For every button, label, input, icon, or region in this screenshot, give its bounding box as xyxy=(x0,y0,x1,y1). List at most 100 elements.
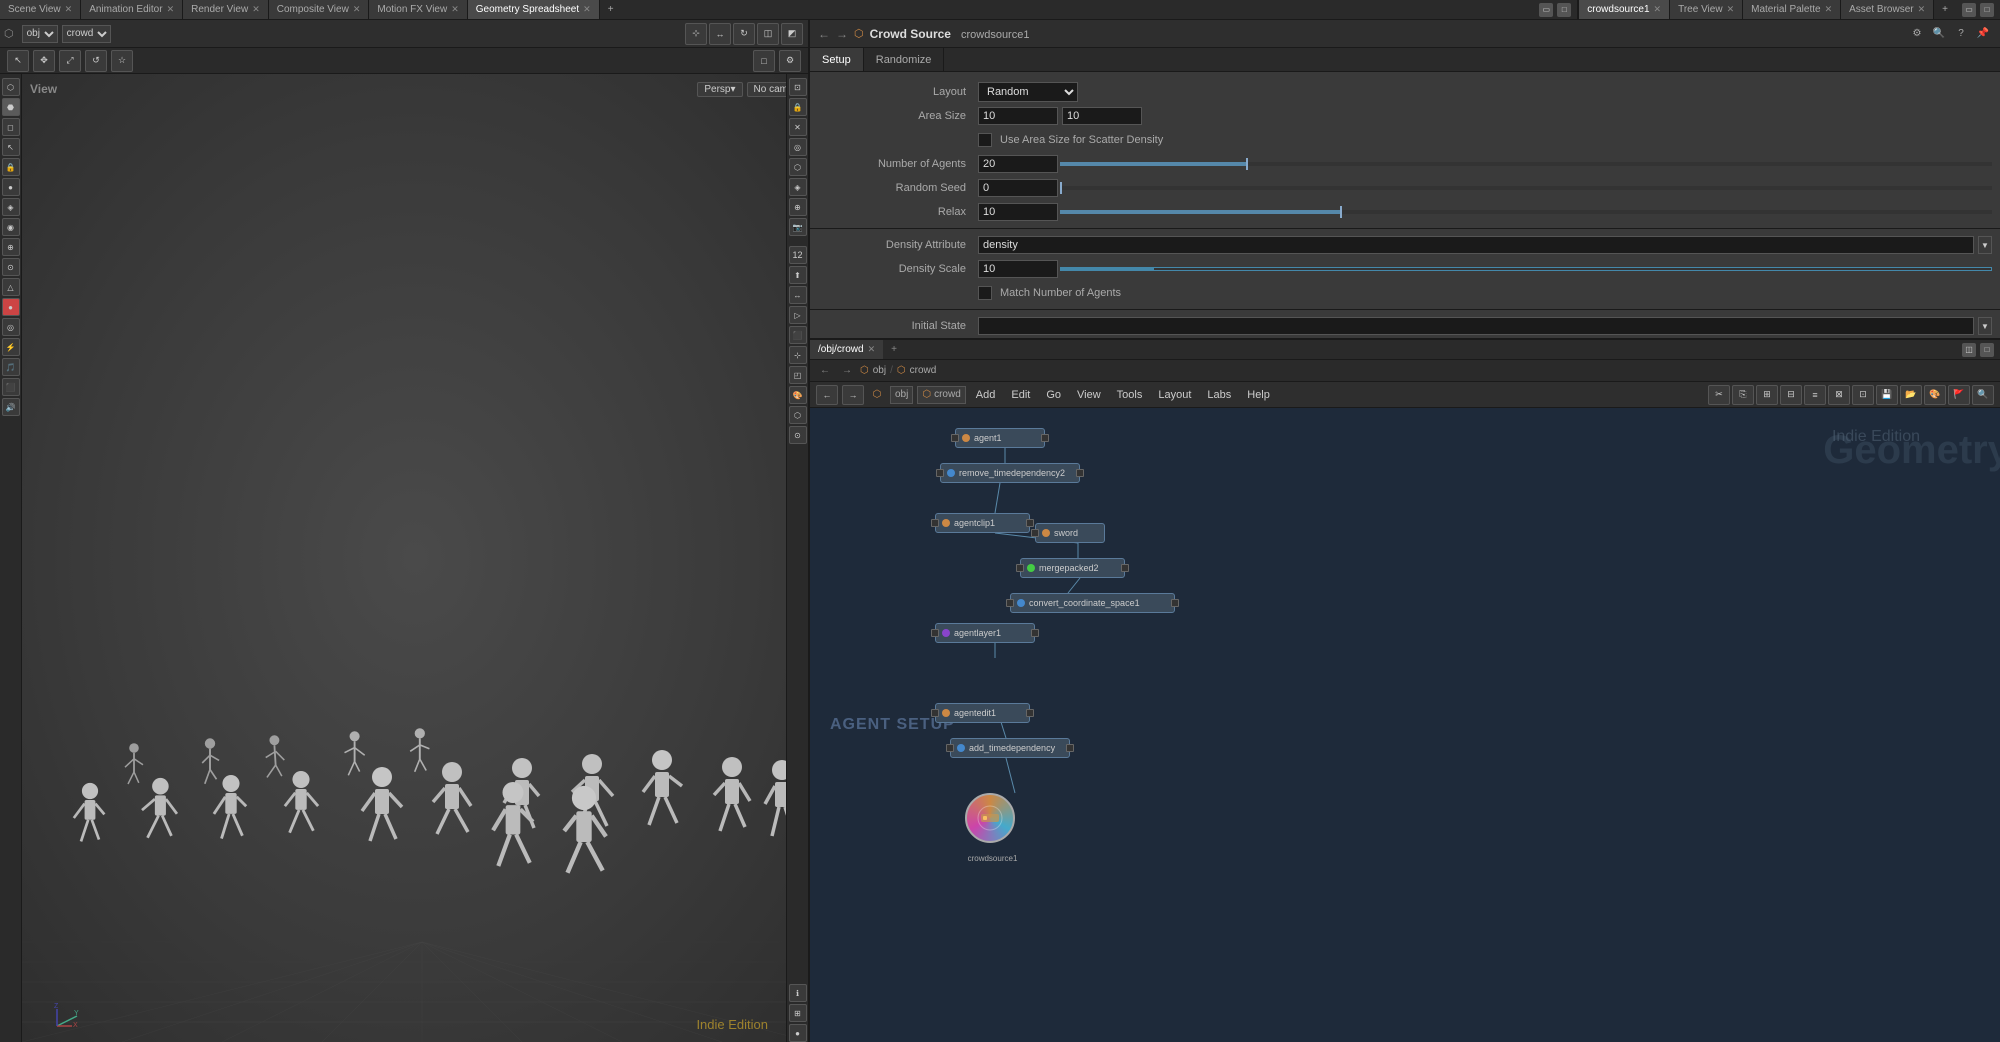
tab-composite-view[interactable]: Composite View ✕ xyxy=(269,0,370,19)
win-btn2[interactable]: ◩ xyxy=(781,23,803,45)
ng-path-crowd[interactable]: crowd xyxy=(910,365,937,376)
left-tool-9[interactable]: ⊕ xyxy=(2,238,20,256)
node-agentlayer1[interactable]: agentlayer1 xyxy=(935,623,1035,643)
relax-input[interactable] xyxy=(978,203,1058,221)
rotate-tool[interactable]: ↺ xyxy=(85,50,107,72)
move-tool[interactable]: ✥ xyxy=(33,50,55,72)
ng-color-btn[interactable]: 🎨 xyxy=(1924,385,1946,405)
left-tool-3[interactable]: ◻ xyxy=(2,118,20,136)
left-tool-7[interactable]: ◈ xyxy=(2,198,20,216)
ng-zoom-btn[interactable]: 🔍 xyxy=(1972,385,1994,405)
ng-grid-btn[interactable]: ⊞ xyxy=(1756,385,1778,405)
left-tool-17[interactable]: 🔊 xyxy=(2,398,20,416)
ng-context-dropdown[interactable]: obj xyxy=(890,386,913,404)
view-tool-20[interactable]: ⊞ xyxy=(789,1004,807,1022)
initial-state-arrow[interactable]: ▼ xyxy=(1978,317,1992,335)
node-right-port[interactable] xyxy=(1041,434,1049,442)
node-right-port[interactable] xyxy=(1031,629,1039,637)
context-dropdown[interactable]: obj xyxy=(22,25,58,43)
node-left-port[interactable] xyxy=(1006,599,1014,607)
scale-tool[interactable]: ⤢ xyxy=(59,50,81,72)
layout-dropdown[interactable]: Random Grid xyxy=(978,82,1078,102)
tab-render-view[interactable]: Render View ✕ xyxy=(183,0,269,19)
node-left-port[interactable] xyxy=(946,744,954,752)
ng-forward-tool[interactable]: → xyxy=(842,385,864,405)
ng-menu-edit[interactable]: Edit xyxy=(1005,385,1036,405)
node-add-timedep[interactable]: add_timedependency xyxy=(950,738,1070,758)
tab-scene-view[interactable]: Scene View ✕ xyxy=(0,0,81,19)
ng-crowd-dropdown[interactable]: ⬡ crowd xyxy=(917,386,965,404)
pose-tool[interactable]: ☆ xyxy=(111,50,133,72)
random-seed-input[interactable] xyxy=(978,179,1058,197)
ng-load-btn[interactable]: 📂 xyxy=(1900,385,1922,405)
view-tool-18[interactable]: ⊙ xyxy=(789,426,807,444)
select-tool[interactable]: ↖ xyxy=(7,50,29,72)
close-icon[interactable]: ✕ xyxy=(353,4,361,15)
view-tool-5[interactable]: ⬡ xyxy=(789,158,807,176)
view-tool-7[interactable]: ⊕ xyxy=(789,198,807,216)
snap-btn[interactable]: ⊹ xyxy=(685,23,707,45)
ng-menu-layout[interactable]: Layout xyxy=(1152,385,1197,405)
density-attr-input[interactable] xyxy=(978,236,1974,254)
node-left-port[interactable] xyxy=(951,434,959,442)
rotate-btn[interactable]: ↻ xyxy=(733,23,755,45)
left-tool-8[interactable]: ◉ xyxy=(2,218,20,236)
view-tool-4[interactable]: ◎ xyxy=(789,138,807,156)
node-left-port[interactable] xyxy=(1016,564,1024,572)
ng-win-btn2[interactable]: □ xyxy=(1980,343,1994,357)
close-icon[interactable]: ✕ xyxy=(451,4,459,15)
left-tool-5[interactable]: 🔒 xyxy=(2,158,20,176)
cs-settings-icon[interactable]: ⚙ xyxy=(1908,25,1926,43)
transform-btn[interactable]: ↔ xyxy=(709,23,731,45)
close-icon[interactable]: ✕ xyxy=(1727,4,1735,15)
cs-forward-btn[interactable]: → xyxy=(836,27,848,41)
view-tool-6[interactable]: ◈ xyxy=(789,178,807,196)
view-tool-10[interactable]: ⬆ xyxy=(789,266,807,284)
close-icon[interactable]: ✕ xyxy=(1654,4,1662,15)
view-tool-13[interactable]: ⬛ xyxy=(789,326,807,344)
node-agentclip1[interactable]: agentclip1 xyxy=(935,513,1030,533)
node-left-port[interactable] xyxy=(1031,529,1039,537)
close-icon[interactable]: ✕ xyxy=(1918,4,1926,15)
view-tool-15[interactable]: ◰ xyxy=(789,366,807,384)
win-maximize-btn-r[interactable]: □ xyxy=(1980,3,1994,17)
win-maximize-btn[interactable]: □ xyxy=(1557,3,1571,17)
node-convert-coord[interactable]: convert_coordinate_space1 xyxy=(1010,593,1175,613)
close-icon[interactable]: ✕ xyxy=(65,4,73,15)
view-tool-3[interactable]: ✕ xyxy=(789,118,807,136)
tab-tree-view[interactable]: Tree View ✕ xyxy=(1670,0,1743,19)
node-right-port[interactable] xyxy=(1066,744,1074,752)
left-tool-4[interactable]: ↖ xyxy=(2,138,20,156)
render-region[interactable]: □ xyxy=(753,50,775,72)
cs-search-icon[interactable]: 🔍 xyxy=(1930,25,1948,43)
node-remove-timedep[interactable]: remove_timedependency2 xyxy=(940,463,1080,483)
node-left-port[interactable] xyxy=(931,629,939,637)
ng-tab-obj-crowd[interactable]: /obj/crowd ✕ xyxy=(810,340,883,359)
view-tool-2[interactable]: 🔒 xyxy=(789,98,807,116)
ng-add-tab-btn[interactable]: + xyxy=(883,340,905,359)
ng-cut-btn[interactable]: ✂ xyxy=(1708,385,1730,405)
view-tool-21[interactable]: ● xyxy=(789,1024,807,1042)
view-tool-17[interactable]: ⬡ xyxy=(789,406,807,424)
display-opts[interactable]: ⚙ xyxy=(779,50,801,72)
node-right-port[interactable] xyxy=(1121,564,1129,572)
ng-menu-go[interactable]: Go xyxy=(1040,385,1067,405)
ng-flag-btn[interactable]: 🚩 xyxy=(1948,385,1970,405)
view-tool-9[interactable]: 12 xyxy=(789,246,807,264)
ng-back-btn[interactable]: ← xyxy=(816,362,834,380)
cs-back-btn[interactable]: ← xyxy=(818,27,830,41)
tab-geometry-spreadsheet[interactable]: Geometry Spreadsheet ✕ xyxy=(468,0,600,19)
node-right-port[interactable] xyxy=(1171,599,1179,607)
node-crowdsource1[interactable]: crowdsource1 xyxy=(965,793,1020,848)
tab-motion-fx[interactable]: Motion FX View ✕ xyxy=(369,0,467,19)
ng-layout-btn[interactable]: ⊟ xyxy=(1780,385,1802,405)
node-right-port[interactable] xyxy=(1026,519,1034,527)
node-mergepacked2[interactable]: mergepacked2 xyxy=(1020,558,1125,578)
view-tool-19[interactable]: ℹ xyxy=(789,984,807,1002)
tab-crowdsource1[interactable]: crowdsource1 ✕ xyxy=(1579,0,1670,19)
win-minimize-btn[interactable]: ▭ xyxy=(1539,3,1553,17)
num-agents-input[interactable] xyxy=(978,155,1058,173)
node-sword[interactable]: sword xyxy=(1035,523,1105,543)
area-size-x-input[interactable] xyxy=(978,107,1058,125)
object-dropdown[interactable]: crowd xyxy=(62,25,111,43)
